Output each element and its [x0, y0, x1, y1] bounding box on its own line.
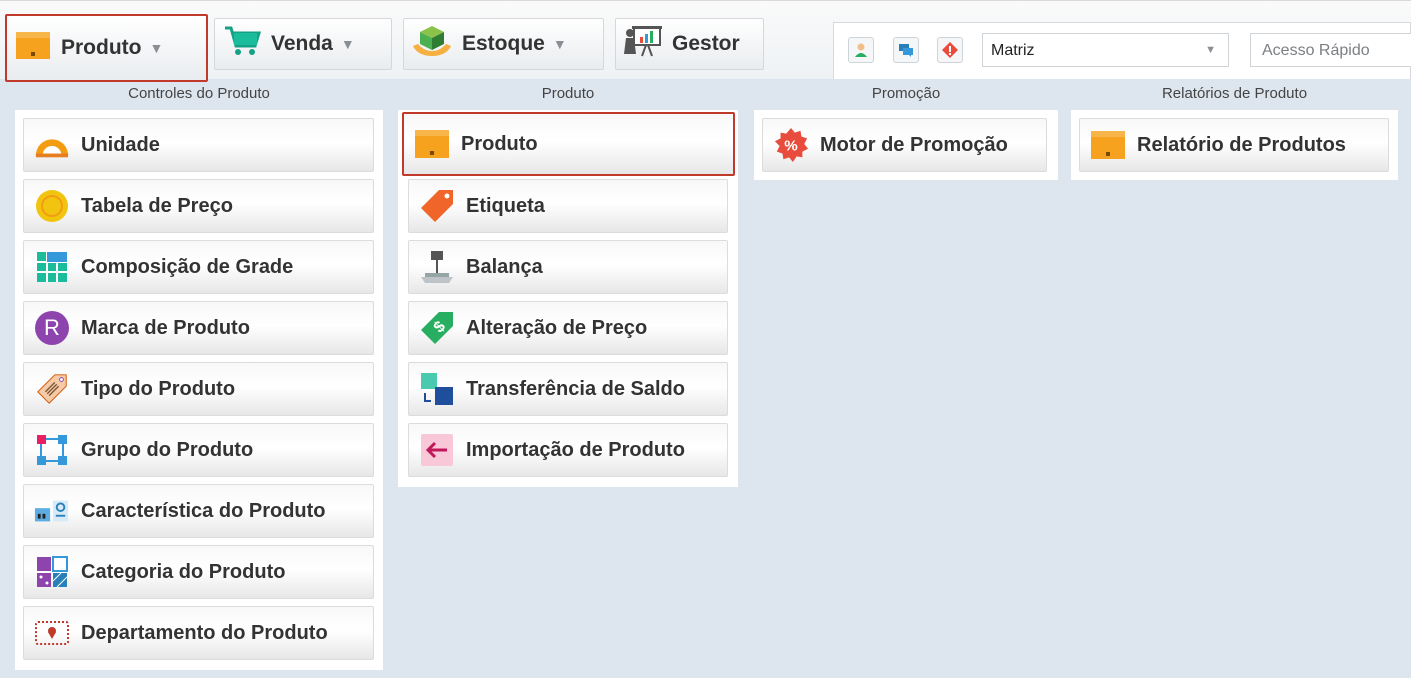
import-arrow-icon — [419, 432, 455, 468]
group-icon — [34, 432, 70, 468]
quick-access-placeholder: Acesso Rápido — [1262, 42, 1370, 59]
menu-item-departamento-do-produto[interactable]: Departamento do Produto — [23, 606, 374, 660]
menu-item-motor-de-promocao[interactable]: % Motor de Promoção — [762, 118, 1047, 172]
chat-icon[interactable] — [893, 37, 919, 63]
toolbar-right: Matriz ▼ Acesso Rápido — [833, 22, 1411, 79]
ruler-icon — [34, 127, 70, 163]
menu-item-label: Tipo do Produto — [81, 377, 236, 400]
scale-icon — [419, 249, 455, 285]
menu-item-label: Categoria do Produto — [81, 560, 286, 583]
menu-produto-label: Produto — [61, 36, 142, 59]
menu-item-categoria-do-produto[interactable]: Categoria do Produto — [23, 545, 374, 599]
menu-item-composicao-de-grade[interactable]: Composição de Grade — [23, 240, 374, 294]
brand-r-icon: R — [34, 310, 70, 346]
menu-item-unidade[interactable]: Unidade — [23, 118, 374, 172]
category-icon — [34, 554, 70, 590]
section-title-relatorios: Relatórios de Produto — [1161, 85, 1308, 102]
menu-item-etiqueta[interactable]: Etiqueta — [408, 179, 728, 233]
menu-item-label: Relatório de Produtos — [1137, 133, 1346, 156]
presentation-icon — [624, 24, 662, 64]
menu-produto[interactable]: Produto ▼ — [5, 14, 208, 82]
menu-item-label: Departamento do Produto — [81, 621, 328, 644]
menu-item-tipo-do-produto[interactable]: Tipo do Produto — [23, 362, 374, 416]
menu-item-label: Transferência de Saldo — [466, 377, 685, 400]
menu-item-marca-de-produto[interactable]: R Marca de Produto — [23, 301, 374, 355]
menu-item-label: Grupo do Produto — [81, 438, 254, 461]
price-tag-icon: $ — [419, 310, 455, 346]
brand-r-glyph: R — [35, 311, 69, 345]
menu-item-produto[interactable]: Produto — [402, 112, 735, 176]
panel-promocao: % Motor de Promoção — [754, 110, 1058, 180]
promotion-badge-icon: % — [773, 127, 809, 163]
coin-icon — [34, 188, 70, 224]
feature-icon — [34, 493, 70, 529]
menu-item-balanca[interactable]: Balança — [408, 240, 728, 294]
menu-item-alteracao-de-preco[interactable]: $ Alteração de Preço — [408, 301, 728, 355]
menu-item-relatorio-de-produtos[interactable]: Relatório de Produtos — [1079, 118, 1389, 172]
menu-item-caracteristica-do-produto[interactable]: Característica do Produto — [23, 484, 374, 538]
panel-relatorios-de-produto: Relatório de Produtos — [1071, 110, 1398, 180]
top-menu-bar: Produto ▼ Venda ▼ Estoque ▼ Gestor Matri… — [0, 0, 1411, 82]
grid-icon — [34, 249, 70, 285]
cart-icon — [223, 24, 262, 64]
chevron-down-icon: ▼ — [149, 40, 164, 56]
alert-icon[interactable] — [937, 37, 963, 63]
panel-produto: Produto Etiqueta Balança $ Alteração de … — [398, 110, 738, 487]
menu-item-label: Composição de Grade — [81, 255, 294, 278]
branch-select-value: Matriz — [991, 42, 1035, 59]
user-icon[interactable] — [848, 37, 874, 63]
menu-gestor[interactable]: Gestor — [615, 18, 764, 70]
menu-estoque[interactable]: Estoque ▼ — [403, 18, 604, 70]
stock-icon — [412, 24, 452, 64]
map-pin-icon — [34, 615, 70, 651]
chevron-down-icon: ▼ — [340, 36, 355, 52]
menu-venda[interactable]: Venda ▼ — [214, 18, 392, 70]
menu-item-label: Etiqueta — [466, 194, 545, 217]
menu-item-transferencia-de-saldo[interactable]: Transferência de Saldo — [408, 362, 728, 416]
menu-venda-label: Venda — [271, 32, 333, 55]
box-icon — [15, 30, 51, 66]
menu-item-label: Alteração de Preço — [466, 316, 648, 339]
menu-item-label: Motor de Promoção — [820, 133, 1008, 156]
menu-item-label: Característica do Produto — [81, 499, 326, 522]
quick-access-input[interactable]: Acesso Rápido — [1250, 33, 1411, 67]
box-icon — [414, 126, 450, 162]
chevron-down-icon: ▼ — [1205, 44, 1216, 56]
branch-select[interactable]: Matriz ▼ — [982, 33, 1229, 67]
section-title-promocao: Promoção — [871, 85, 941, 102]
box-icon — [1090, 127, 1126, 163]
menu-item-label: Produto — [461, 132, 538, 155]
tag-icon — [419, 188, 455, 224]
menu-item-tabela-de-preco[interactable]: Tabela de Preço — [23, 179, 374, 233]
panel-controles-do-produto: Unidade Tabela de Preço Composição de Gr… — [15, 110, 383, 670]
transfer-icon — [419, 371, 455, 407]
menu-gestor-label: Gestor — [672, 32, 740, 55]
chevron-down-icon: ▼ — [552, 36, 567, 52]
menu-item-label: Tabela de Preço — [81, 194, 233, 217]
menu-item-label: Unidade — [81, 133, 160, 156]
menu-item-label: Balança — [466, 255, 543, 278]
menu-estoque-label: Estoque — [462, 32, 545, 55]
menu-item-importacao-de-produto[interactable]: Importação de Produto — [408, 423, 728, 477]
menu-item-label: Importação de Produto — [466, 438, 685, 461]
tag-barcode-icon — [34, 371, 70, 407]
section-title-controles: Controles do Produto — [128, 85, 270, 102]
promotion-badge-glyph: % — [784, 138, 798, 155]
menu-item-grupo-do-produto[interactable]: Grupo do Produto — [23, 423, 374, 477]
menu-item-label: Marca de Produto — [81, 316, 250, 339]
section-title-produto: Produto — [541, 85, 595, 102]
